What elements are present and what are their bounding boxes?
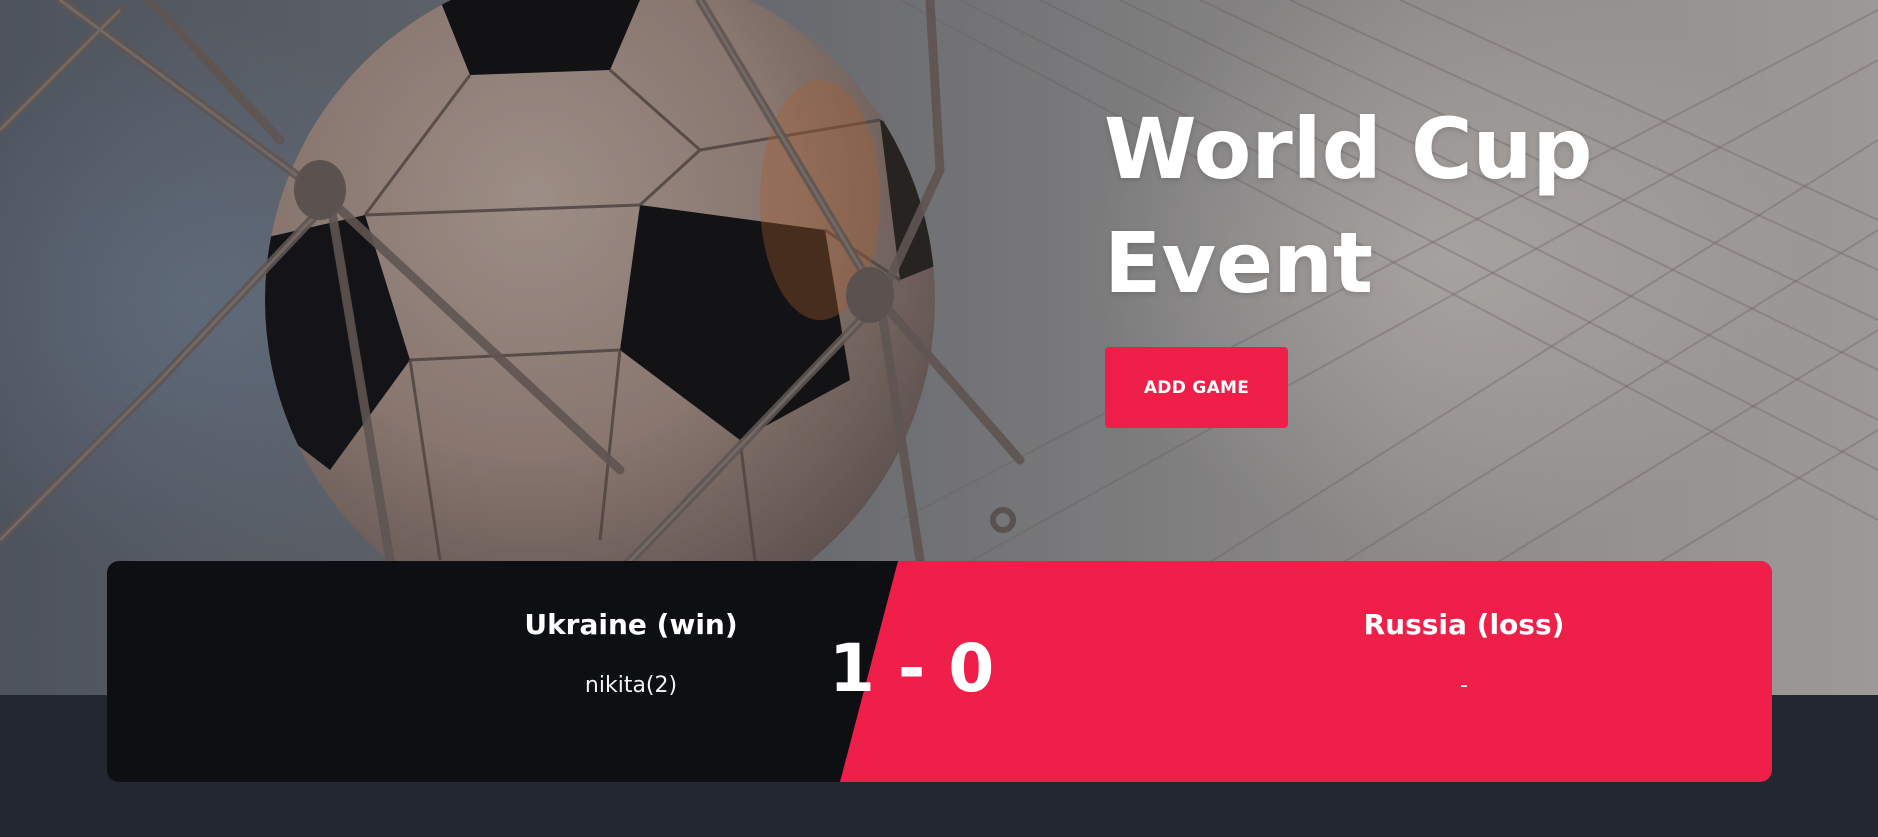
page-title: World Cup Event [1104,100,1593,312]
home-team: Ukraine (win) nikita(2) [371,605,891,701]
score-separator: - [897,630,926,707]
match-score: 1 - 0 [829,629,1089,709]
home-score: 1 [829,630,875,707]
away-score: 0 [948,630,995,707]
away-team-scorers: - [1460,673,1468,698]
away-team: Russia (loss) - [1204,605,1724,701]
home-team-name: Ukraine (win) [524,608,738,641]
match-score-card: Ukraine (win) nikita(2) 1 - 0 Russia (lo… [107,561,1772,782]
add-game-button[interactable]: ADD GAME [1105,347,1288,428]
home-team-scorers: nikita(2) [584,673,678,698]
away-team-name: Russia (loss) [1363,608,1565,641]
